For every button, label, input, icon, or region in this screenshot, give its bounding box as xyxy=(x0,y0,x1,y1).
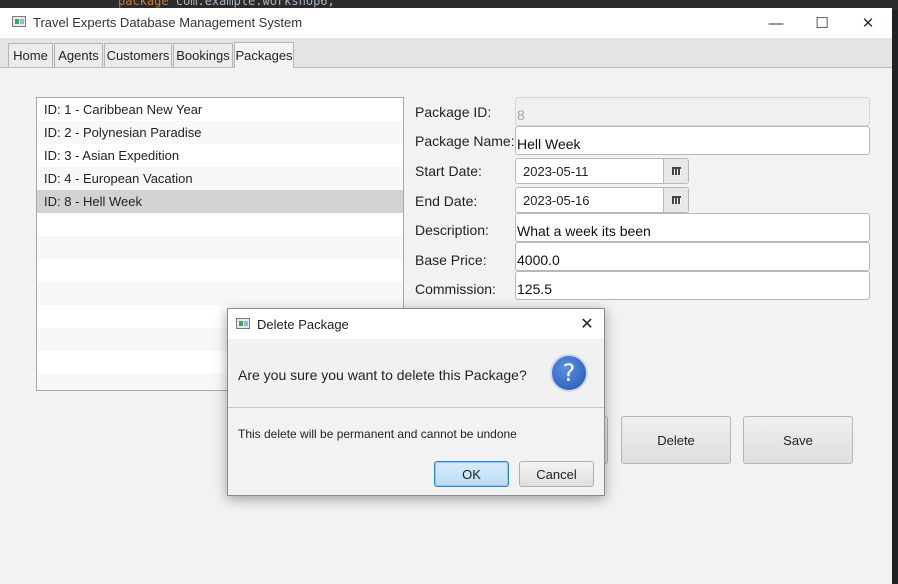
base-price-label: Base Price: xyxy=(415,252,487,268)
list-item[interactable]: ID: 4 - European Vacation xyxy=(37,167,403,190)
dialog-title: Delete Package xyxy=(257,317,349,332)
end-date-picker[interactable]: 2023-05-16 xyxy=(515,187,689,213)
code-rest: com.example.workshop6; xyxy=(168,0,335,8)
start-date-calendar-button[interactable] xyxy=(663,159,688,183)
tab-home[interactable]: Home xyxy=(8,43,53,67)
base-price-field[interactable]: 4000.0 xyxy=(515,242,870,271)
calendar-icon xyxy=(671,196,681,204)
dialog-close-icon[interactable]: ✕ xyxy=(574,312,600,336)
list-empty-row xyxy=(37,259,403,282)
dialog-content-text: This delete will be permanent and cannot… xyxy=(238,427,517,441)
list-item[interactable]: ID: 3 - Asian Expedition xyxy=(37,144,403,167)
cancel-button[interactable]: Cancel xyxy=(519,461,594,487)
calendar-icon xyxy=(671,167,681,175)
delete-confirmation-dialog: Delete Package ✕ Are you sure you want t… xyxy=(227,308,605,496)
tab-bookings[interactable]: Bookings xyxy=(173,43,233,67)
dialog-titlebar[interactable]: Delete Package ✕ xyxy=(228,309,604,339)
start-date-label: Start Date: xyxy=(415,163,482,179)
list-empty-row xyxy=(37,213,403,236)
description-field[interactable]: What a week its been xyxy=(515,213,870,242)
list-empty-row xyxy=(37,236,403,259)
list-item-selected[interactable]: ID: 8 - Hell Week xyxy=(37,190,403,213)
list-empty-row xyxy=(37,282,403,305)
commission-field[interactable]: 125.5 xyxy=(515,271,870,300)
list-item[interactable]: ID: 1 - Caribbean New Year xyxy=(37,98,403,121)
end-date-value[interactable]: 2023-05-16 xyxy=(523,193,590,208)
background-code-line: package com.example.workshop6; xyxy=(118,0,335,8)
window-titlebar[interactable]: Travel Experts Database Management Syste… xyxy=(0,8,892,38)
main-window: Travel Experts Database Management Syste… xyxy=(0,8,892,584)
commission-label: Commission: xyxy=(415,281,496,297)
start-date-picker[interactable]: 2023-05-11 xyxy=(515,158,689,184)
maximize-button[interactable]: ☐ xyxy=(799,8,845,38)
question-icon: ? xyxy=(550,354,588,392)
dialog-header: Are you sure you want to delete this Pac… xyxy=(228,339,604,408)
package-id-label: Package ID: xyxy=(415,104,492,120)
package-id-field: 8 xyxy=(515,97,870,126)
tab-customers[interactable]: Customers xyxy=(104,43,172,67)
minimize-button[interactable]: — xyxy=(753,8,799,38)
list-item[interactable]: ID: 2 - Polynesian Paradise xyxy=(37,121,403,144)
delete-button[interactable]: Delete xyxy=(621,416,731,464)
app-icon xyxy=(236,318,250,329)
start-date-value[interactable]: 2023-05-11 xyxy=(523,164,589,179)
package-name-label: Package Name: xyxy=(415,133,515,149)
code-keyword: package xyxy=(118,0,169,8)
end-date-calendar-button[interactable] xyxy=(663,188,688,212)
close-button[interactable]: ✕ xyxy=(845,8,891,38)
description-label: Description: xyxy=(415,222,489,238)
tab-packages[interactable]: Packages xyxy=(234,42,294,68)
window-title: Travel Experts Database Management Syste… xyxy=(33,15,303,30)
ok-button[interactable]: OK xyxy=(434,461,509,487)
tab-agents[interactable]: Agents xyxy=(54,43,103,67)
save-button[interactable]: Save xyxy=(743,416,853,464)
app-icon xyxy=(12,16,26,27)
end-date-label: End Date: xyxy=(415,193,478,209)
dialog-header-text: Are you sure you want to delete this Pac… xyxy=(238,367,527,383)
package-name-field[interactable]: Hell Week xyxy=(515,126,870,155)
tab-bar: Home Agents Customers Bookings Packages xyxy=(0,38,892,68)
